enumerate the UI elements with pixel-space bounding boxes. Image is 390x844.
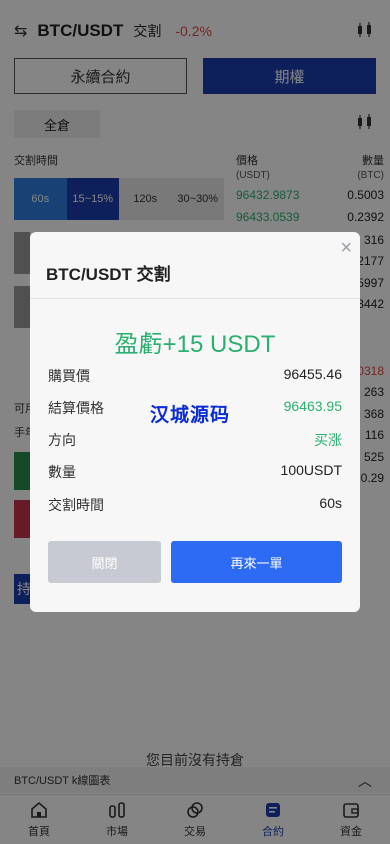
detail-label: 結算價格 [48,400,104,416]
detail-value: 买涨 [314,432,342,448]
detail-label: 交割時間 [48,497,104,513]
profit-text: 盈虧+15 USDT [114,331,276,358]
detail-row: 購買價 96455.46 [48,366,342,386]
detail-value: 96455.46 [283,366,342,382]
detail-label: 方向 [48,432,76,448]
detail-value: 96463.95 [283,398,342,414]
divider [30,298,360,299]
detail-value: 60s [319,495,342,511]
close-button[interactable]: 關閉 [48,541,161,583]
settlement-dialog: × BTC/USDT 交割 盈虧+15 USDT 購買價 96455.46 結算… [30,232,360,612]
detail-label: 購買價 [48,368,90,384]
detail-row: 方向 买涨 [48,430,342,450]
watermark-text: 汉城源码 [150,405,231,426]
close-icon[interactable]: × [340,238,352,258]
dialog-title: BTC/USDT 交割 [46,265,171,284]
detail-row: 數量 100USDT [48,462,342,482]
detail-value: 100USDT [280,462,342,478]
detail-row: 交割時間 60s [48,495,342,515]
detail-label: 數量 [48,464,76,480]
order-again-button[interactable]: 再來一單 [171,541,342,583]
